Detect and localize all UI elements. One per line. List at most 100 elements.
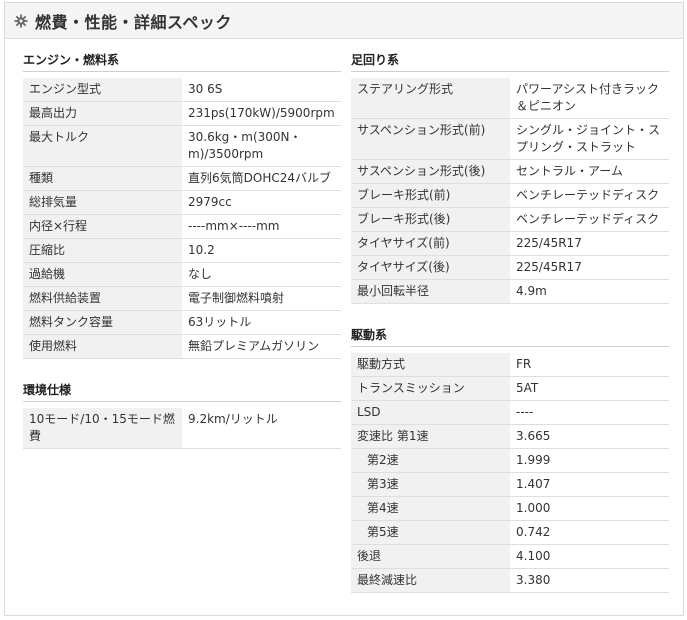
section-title-drivetrain: 駆動系 [351,324,669,347]
spec-row: ブレーキ形式(前) ベンチレーテッドディスク [351,183,669,208]
spec-label: ブレーキ形式(前) [351,183,510,208]
spec-row: 第2速 1.999 [351,448,669,473]
gear-icon [13,13,29,29]
spec-label: エンジン型式 [23,78,182,102]
spec-value: 30.6kg・m(300N・m)/3500rpm [182,125,341,167]
spec-row: トランスミッション 5AT [351,376,669,401]
spec-row: ブレーキ形式(後) ベンチレーテッドディスク [351,207,669,232]
spec-row: 燃料供給装置 電子制御燃料噴射 [23,286,341,311]
spec-panel: 燃費・性能・詳細スペック エンジン・燃料系 エンジン型式 30 6S 最高出力 231… [4,2,684,616]
spec-label: サスペンション形式(前) [351,118,510,160]
spec-value: 5AT [510,376,669,401]
section-title-engine: エンジン・燃料系 [23,49,341,72]
spec-value: セントラル・アーム [510,159,669,184]
spec-value: 63リットル [182,310,341,335]
spec-label: 第3速 [351,472,510,497]
spec-row: タイヤサイズ(前) 225/45R17 [351,231,669,256]
spec-row: ステアリング形式 パワーアシスト付きラック＆ピニオン [351,78,669,119]
spec-row: 燃料タンク容量 63リットル [23,310,341,335]
spec-row: 内径×行程 ----mm×----mm [23,214,341,239]
spec-row: エンジン型式 30 6S [23,78,341,102]
spec-value: 0.742 [510,520,669,545]
spec-value: 4.100 [510,544,669,569]
spec-row: 後退 4.100 [351,544,669,569]
spec-value: 3.665 [510,424,669,449]
right-column: 足回り系 ステアリング形式 パワーアシスト付きラック＆ピニオン サスペンション形式(… [351,49,669,593]
spec-value: FR [510,353,669,377]
spec-label: 過給機 [23,262,182,287]
spec-row: 最高出力 231ps(170kW)/5900rpm [23,101,341,126]
spec-label: 後退 [351,544,510,569]
spec-label: タイヤサイズ(後) [351,255,510,280]
spec-row: 最終減速比 3.380 [351,568,669,593]
spec-value: ----mm×----mm [182,214,341,239]
spec-value: 225/45R17 [510,255,669,280]
spec-row: 圧縮比 10.2 [23,238,341,263]
spec-label: 総排気量 [23,190,182,215]
section-title-suspension: 足回り系 [351,49,669,72]
left-column: エンジン・燃料系 エンジン型式 30 6S 最高出力 231ps(170kW)/590… [23,49,341,449]
engine-spec-table: エンジン型式 30 6S 最高出力 231ps(170kW)/5900rpm 最大トルク… [23,78,341,359]
spec-row: 総排気量 2979cc [23,190,341,215]
spec-value: ベンチレーテッドディスク [510,207,669,232]
spec-label: 使用燃料 [23,334,182,359]
spec-value: 電子制御燃料噴射 [182,286,341,311]
spec-value: パワーアシスト付きラック＆ピニオン [510,78,669,119]
spec-value: 直列6気筒DOHC24バルブ [182,166,341,191]
section-title-environment: 環境仕様 [23,379,341,402]
spec-label: 第2速 [351,448,510,473]
spec-row: 駆動方式 FR [351,353,669,377]
spec-label: 圧縮比 [23,238,182,263]
spec-row: 最小回転半径 4.9m [351,279,669,304]
spec-value: 2979cc [182,190,341,215]
spec-label: 第4速 [351,496,510,521]
spec-label: 第5速 [351,520,510,545]
spec-value: 1.000 [510,496,669,521]
spec-label: 内径×行程 [23,214,182,239]
spec-value: 無鉛プレミアムガソリン [182,334,341,359]
spec-row: タイヤサイズ(後) 225/45R17 [351,255,669,280]
spec-value: 1.999 [510,448,669,473]
panel-header: 燃費・性能・詳細スペック [5,3,683,39]
spec-label: 最大トルク [23,125,182,167]
spec-label: 燃料供給装置 [23,286,182,311]
suspension-spec-table: ステアリング形式 パワーアシスト付きラック＆ピニオン サスペンション形式(前) シング… [351,78,669,304]
spec-row: 種類 直列6気筒DOHC24バルブ [23,166,341,191]
spec-value: 3.380 [510,568,669,593]
environment-spec-table: 10モード/10・15モード燃費 9.2km/リットル [23,408,341,449]
spec-row: LSD ---- [351,400,669,425]
page-title: 燃費・性能・詳細スペック [35,12,232,32]
spec-label: 最高出力 [23,101,182,126]
spec-label: 燃料タンク容量 [23,310,182,335]
spec-row: 第3速 1.407 [351,472,669,497]
spec-row: 過給機 なし [23,262,341,287]
spec-value: ベンチレーテッドディスク [510,183,669,208]
spec-label: サスペンション形式(後) [351,159,510,184]
spec-value: 225/45R17 [510,231,669,256]
spec-row: 10モード/10・15モード燃費 9.2km/リットル [23,408,341,449]
spec-value: シングル・ジョイント・スプリング・ストラット [510,118,669,160]
spec-label: 変速比 第1速 [351,424,510,449]
drivetrain-spec-table: 駆動方式 FR トランスミッション 5AT LSD ---- 変速比 第1速 3.665 第2速… [351,353,669,593]
spec-label: 最終減速比 [351,568,510,593]
spec-row: サスペンション形式(前) シングル・ジョイント・スプリング・ストラット [351,118,669,160]
spec-row: 最大トルク 30.6kg・m(300N・m)/3500rpm [23,125,341,167]
spec-label: 10モード/10・15モード燃費 [23,408,182,449]
spec-value: ---- [510,400,669,425]
spec-label: ブレーキ形式(後) [351,207,510,232]
spec-value: 231ps(170kW)/5900rpm [182,101,341,126]
spec-row: 変速比 第1速 3.665 [351,424,669,449]
spec-label: トランスミッション [351,376,510,401]
spec-value: 9.2km/リットル [182,408,341,449]
spec-value: 10.2 [182,238,341,263]
spec-row: 第4速 1.000 [351,496,669,521]
spec-value: 4.9m [510,279,669,304]
spec-row: 第5速 0.742 [351,520,669,545]
spec-label: LSD [351,400,510,425]
spec-label: 種類 [23,166,182,191]
spec-value: なし [182,262,341,287]
spec-value: 30 6S [182,78,341,102]
spec-label: 最小回転半径 [351,279,510,304]
spec-label: タイヤサイズ(前) [351,231,510,256]
spec-value: 1.407 [510,472,669,497]
